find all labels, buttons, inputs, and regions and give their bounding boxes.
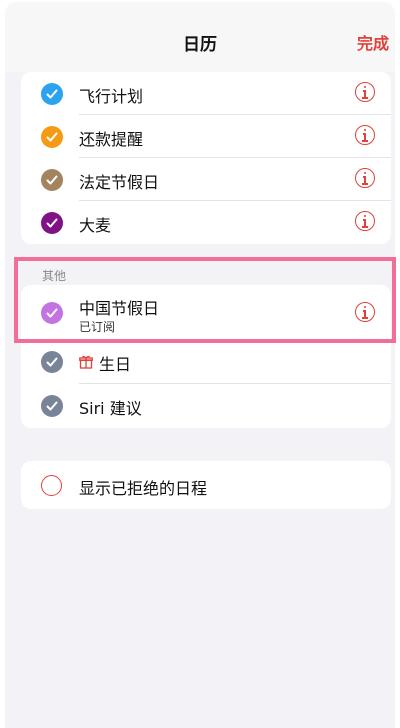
show-declined-events-toggle[interactable]: 显示已拒绝的日程 (21, 461, 391, 509)
calendar-item-birthday[interactable]: 生日 (21, 340, 391, 384)
checkmark-icon[interactable] (41, 83, 63, 105)
calendar-list-other: 中国节假日 已订阅 生日 Siri 建议 (21, 285, 391, 428)
checkmark-icon[interactable] (41, 351, 63, 373)
calendar-item-label: 大麦 (79, 216, 112, 235)
checkmark-icon[interactable] (41, 395, 63, 417)
calendar-item-holiday[interactable]: 法定节假日 (21, 158, 391, 201)
sheet-title: 日历 (183, 35, 217, 55)
done-button[interactable]: 完成 (357, 30, 389, 54)
calendar-item-siri[interactable]: Siri 建议 (21, 384, 391, 428)
calendar-item-repay[interactable]: 还款提醒 (21, 115, 391, 158)
checkmark-icon[interactable] (41, 212, 63, 234)
calendar-item-label: 还款提醒 (79, 130, 144, 149)
calendar-item-china-holiday[interactable]: 中国节假日 已订阅 (21, 285, 391, 340)
calendar-item-label: 飞行计划 (79, 87, 144, 106)
calendar-item-label: 法定节假日 (79, 173, 160, 192)
calendar-item-label: 生日 (99, 355, 132, 374)
info-icon[interactable] (355, 302, 375, 322)
calendar-item-flight[interactable]: 飞行计划 (21, 72, 391, 115)
checkmark-icon[interactable] (41, 169, 63, 191)
calendar-item-label: Siri 建议 (79, 399, 142, 418)
checkmark-icon[interactable] (41, 302, 63, 324)
section-header-other: 其他 (42, 269, 67, 283)
calendar-list-top: 飞行计划 还款提醒 法定节假日 大麦 (21, 72, 391, 244)
subscribed-label: 已订阅 (79, 320, 116, 334)
declined-events-card: 显示已拒绝的日程 (21, 461, 391, 509)
calendar-item-label: 中国节假日 (79, 299, 160, 318)
info-icon[interactable] (355, 168, 375, 188)
calendar-item-damai[interactable]: 大麦 (21, 201, 391, 244)
checkmark-icon[interactable] (41, 126, 63, 148)
info-icon[interactable] (355, 82, 375, 102)
info-icon[interactable] (355, 125, 375, 145)
gift-icon (79, 354, 93, 369)
info-icon[interactable] (355, 211, 375, 231)
unchecked-circle-icon[interactable] (41, 475, 62, 496)
declined-events-label: 显示已拒绝的日程 (79, 479, 208, 498)
sheet-header: 日历 完成 (5, 2, 395, 72)
calendars-sheet: 日历 完成 飞行计划 还款提醒 法定节假日 大麦 其他 中国节假日 已订阅 生日… (5, 2, 395, 728)
